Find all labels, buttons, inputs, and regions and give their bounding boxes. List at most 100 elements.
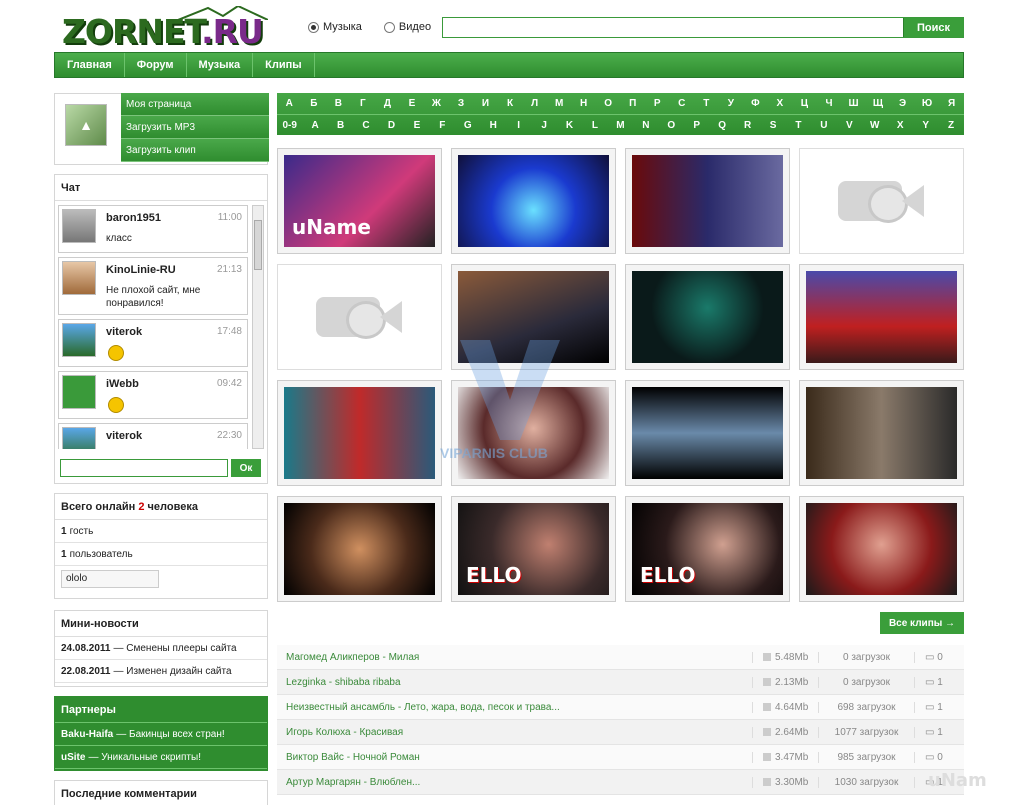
alphabet-letter[interactable]: C [354,120,378,131]
all-clips-button[interactable]: Все клипы → [880,612,964,634]
alphabet-letter[interactable]: Р [645,98,669,109]
alphabet-letter[interactable]: Т [694,98,718,109]
avatar[interactable] [62,427,96,449]
track-title-link[interactable]: Артур Маргарян - Влюблен... [277,777,752,788]
alphabet-letter[interactable]: Z [939,120,963,131]
alphabet-letter[interactable]: О [596,98,620,109]
user-avatar[interactable]: ▲ [65,104,107,146]
alphabet-letter[interactable]: П [621,98,645,109]
alphabet-letter[interactable]: Ш [841,98,865,109]
clip-thumbnail[interactable] [799,264,964,370]
nav-forum[interactable]: Форум [125,53,187,77]
alphabet-letter[interactable]: F [430,120,454,131]
alphabet-letter[interactable]: Q [710,120,734,131]
alphabet-letter[interactable]: K [558,120,582,131]
track-comments[interactable]: ▭ 1 [914,701,964,713]
alphabet-letter[interactable]: Ч [817,98,841,109]
alphabet-letter[interactable]: Д [375,98,399,109]
alphabet-letter[interactable]: Н [572,98,596,109]
news-item[interactable]: 24.08.2011— Сменены плееры сайта [55,637,267,660]
track-title-link[interactable]: Виктор Вайс - Ночной Роман [277,752,752,763]
alphabet-letter[interactable]: T [786,120,810,131]
alphabet-letter[interactable]: J [532,120,556,131]
clip-thumbnail[interactable] [625,148,790,254]
alphabet-letter[interactable]: R [736,120,760,131]
online-user-name[interactable]: ololo [61,570,159,588]
chat-user[interactable]: viterok [106,430,142,442]
alphabet-letter[interactable]: X [888,120,912,131]
track-title-link[interactable]: Игорь Колюха - Красивая [277,727,752,738]
alphabet-letter[interactable]: Е [400,98,424,109]
track-comments[interactable]: ▭ 0 [914,751,964,763]
chat-scroll-thumb[interactable] [254,220,262,270]
alphabet-letter[interactable]: Ю [915,98,939,109]
alphabet-letter[interactable]: 0-9 [278,120,302,131]
clip-thumbnail[interactable] [625,264,790,370]
alphabet-letter[interactable]: Э [891,98,915,109]
avatar[interactable] [62,261,96,295]
alphabet-letter[interactable]: U [812,120,836,131]
chat-scrollbar[interactable] [252,205,264,449]
alphabet-letter[interactable]: Я [940,98,964,109]
alphabet-letter[interactable]: А [277,98,301,109]
chat-user[interactable]: viterok [106,326,142,338]
alphabet-letter[interactable]: Ж [424,98,448,109]
alphabet-letter[interactable]: К [498,98,522,109]
clip-thumbnail[interactable]: ELLO [625,496,790,602]
nav-clips[interactable]: Клипы [253,53,315,77]
alphabet-letter[interactable]: Щ [866,98,890,109]
alphabet-letter[interactable]: S [761,120,785,131]
alphabet-letter[interactable]: V [837,120,861,131]
site-logo[interactable]: ZORNET.RU [60,6,300,51]
clip-thumbnail[interactable] [277,380,442,486]
alphabet-letter[interactable]: M [608,120,632,131]
user-menu-my-page[interactable]: Моя страница [121,93,269,116]
news-item[interactable]: 22.08.2011— Изменен дизайн сайта [55,660,267,683]
alphabet-letter[interactable]: W [863,120,887,131]
partner-item[interactable]: Baku-Haifa — Бакинцы всех стран! [55,723,267,746]
alphabet-letter[interactable]: Л [523,98,547,109]
search-input[interactable] [443,18,903,37]
alphabet-letter[interactable]: Ц [792,98,816,109]
partner-item[interactable]: uSite — Уникальные скрипты! [55,746,267,769]
alphabet-letter[interactable]: L [583,120,607,131]
alphabet-letter[interactable]: Б [302,98,326,109]
nav-home[interactable]: Главная [55,53,125,77]
alphabet-letter[interactable]: A [303,120,327,131]
track-comments[interactable]: ▭ 1 [914,676,964,688]
clip-thumbnail[interactable]: uName [277,148,442,254]
avatar[interactable] [62,375,96,409]
radio-video[interactable]: Видео [383,21,431,33]
clip-thumbnail[interactable]: ELLO [451,496,616,602]
avatar[interactable] [62,209,96,243]
alphabet-letter[interactable]: Г [351,98,375,109]
nav-music[interactable]: Музыка [187,53,254,77]
alphabet-letter[interactable]: D [379,120,403,131]
track-comments[interactable]: ▭ 1 [914,726,964,738]
clip-thumbnail[interactable] [799,496,964,602]
alphabet-letter[interactable]: Ф [743,98,767,109]
alphabet-letter[interactable]: З [449,98,473,109]
alphabet-letter[interactable]: В [326,98,350,109]
chat-user[interactable]: KinoLinie-RU [106,264,176,276]
clip-thumbnail[interactable] [799,380,964,486]
alphabet-letter[interactable]: N [634,120,658,131]
track-title-link[interactable]: Неизвестный ансамбль - Лето, жара, вода,… [277,702,752,713]
search-button[interactable]: Поиск [903,18,963,37]
alphabet-letter[interactable]: P [685,120,709,131]
chat-user[interactable]: iWebb [106,378,139,390]
alphabet-letter[interactable]: O [659,120,683,131]
avatar[interactable] [62,323,96,357]
alphabet-letter[interactable]: С [670,98,694,109]
user-menu-upload-mp3[interactable]: Загрузить MP3 [121,116,269,139]
alphabet-letter[interactable]: I [507,120,531,131]
user-menu-upload-clip[interactable]: Загрузить клип [121,139,269,162]
clip-thumbnail[interactable] [625,380,790,486]
alphabet-letter[interactable]: У [719,98,743,109]
alphabet-letter[interactable]: Y [914,120,938,131]
track-comments[interactable]: ▭ 0 [914,651,964,663]
track-title-link[interactable]: Lezginka - shibaba ribaba [277,677,752,688]
alphabet-letter[interactable]: H [481,120,505,131]
clip-thumbnail[interactable] [451,148,616,254]
alphabet-letter[interactable]: И [474,98,498,109]
